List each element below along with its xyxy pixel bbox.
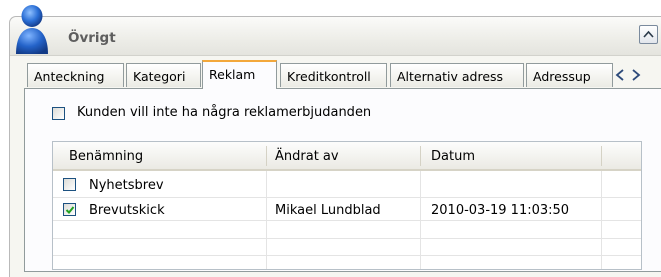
column-header-datum[interactable]: Datum: [431, 149, 475, 164]
chevron-right-icon[interactable]: [631, 69, 641, 81]
optout-label: Kunden vill inte ha några reklamerbjudan…: [77, 105, 372, 120]
tab-scroll-arrows: [613, 66, 661, 84]
row-checkbox-checked[interactable]: [63, 203, 76, 216]
tab-kreditkontroll[interactable]: Kreditkontroll: [280, 63, 387, 87]
tab-kategori[interactable]: Kategori: [126, 63, 201, 87]
tab-label: Adressup: [533, 69, 591, 84]
column-separator[interactable]: [601, 146, 602, 166]
tab-label: Reklam: [209, 67, 256, 82]
column-header-andrat-av[interactable]: Ändrat av: [275, 149, 339, 164]
column-separator[interactable]: [420, 146, 421, 166]
tab-label: Anteckning: [34, 69, 105, 84]
collapse-button[interactable]: [639, 25, 658, 44]
tab-label: Kategori: [133, 69, 186, 84]
tab-reklam[interactable]: Reklam: [202, 60, 277, 89]
grid-header: Benämning Ändrat av Datum: [53, 142, 641, 171]
panel-header: Övrigt: [10, 17, 661, 56]
grid-row-line: [53, 220, 641, 221]
tab-alternativ-adress[interactable]: Alternativ adress: [390, 63, 524, 87]
grid-row-line: [53, 197, 641, 198]
tab-adressuppdatering[interactable]: Adressup: [526, 63, 613, 87]
column-header-benamning[interactable]: Benämning: [69, 149, 143, 164]
row-name: Nyhetsbrev: [89, 178, 164, 193]
row-checkbox[interactable]: [63, 178, 76, 191]
column-separator[interactable]: [266, 146, 267, 166]
tab-label: Alternativ adress: [397, 69, 504, 84]
optout-checkbox[interactable]: [52, 107, 65, 120]
tab-label: Kreditkontroll: [287, 69, 371, 84]
chevron-left-icon[interactable]: [615, 69, 625, 81]
grid-row-line: [53, 255, 641, 256]
panel-title: Övrigt: [68, 30, 116, 46]
row-changed-by: Mikael Lundblad: [275, 203, 381, 218]
reklam-grid: Benämning Ändrat av Datum Nyhetsbrev Bre…: [52, 141, 642, 270]
chevron-up-icon: [643, 30, 654, 38]
user-icon: [12, 2, 52, 59]
row-date: 2010-03-19 11:03:50: [431, 203, 570, 218]
tab-anteckning[interactable]: Anteckning: [27, 63, 124, 87]
checkmark-icon: [65, 206, 75, 214]
grid-row-line: [53, 238, 641, 239]
row-name: Brevutskick: [89, 203, 165, 218]
